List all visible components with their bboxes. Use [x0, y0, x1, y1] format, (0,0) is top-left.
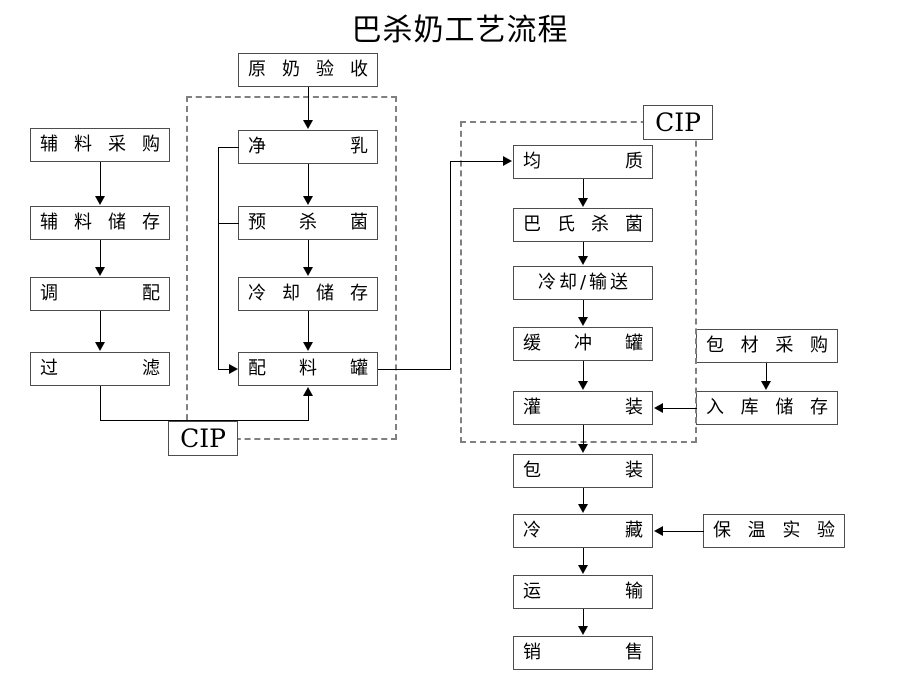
node-raw-milk-acceptance[interactable]: 原奶验收	[238, 53, 378, 87]
arrowhead-cool-storage	[303, 267, 313, 276]
edge-cold-storage-to-transport	[583, 548, 584, 566]
node-label: 保温实验	[713, 520, 835, 541]
edge-clarification-bypass-left	[218, 147, 239, 148]
arrowhead-clarification	[303, 120, 313, 129]
edge-homogenize-to-pasteurize	[583, 179, 584, 198]
arrowhead-transport	[578, 565, 588, 574]
edge-filling-to-packaging	[583, 425, 584, 445]
edge-raw-milk-to-clarification	[308, 87, 309, 120]
node-label: 辅料储存	[40, 212, 160, 233]
edge-transport-to-sales	[583, 609, 584, 627]
node-sales[interactable]: 销售	[513, 636, 653, 670]
edge-buffer-tank-to-filling	[583, 361, 584, 381]
arrowhead-buffer-tank	[578, 317, 588, 326]
arrowhead-cold-storage-right	[654, 526, 663, 536]
arrowhead-filtering	[95, 342, 105, 351]
node-incubation-test[interactable]: 保温实验	[703, 514, 845, 548]
node-label: 辅料采购	[40, 134, 160, 155]
node-warehousing[interactable]: 入库储存	[696, 391, 838, 425]
node-aux-purchase[interactable]: 辅料采购	[30, 128, 170, 162]
edge-pasteurize-to-cool-transfer	[583, 242, 584, 256]
node-label: 冷藏	[523, 520, 643, 541]
node-label: 销售	[523, 642, 643, 663]
node-blending[interactable]: 调配	[30, 277, 170, 311]
edge-into-homogenize	[450, 161, 503, 162]
edge-aux-storage-to-blending	[100, 240, 101, 268]
edge-warehousing-to-filling	[663, 408, 697, 409]
arrowhead-pre-steril	[303, 196, 313, 205]
cip-tag-left[interactable]: CIP	[168, 421, 238, 456]
edge-mixing-tank-right	[378, 369, 450, 370]
arrowhead-mixing-tank-top	[303, 342, 313, 351]
cip-tag-right[interactable]: CIP	[643, 105, 713, 140]
edge-pre-steril-to-cool-storage	[308, 240, 309, 268]
arrowhead-filling-right	[654, 403, 663, 413]
page-title: 巴杀奶工艺流程	[351, 13, 569, 48]
edge-blending-to-filtering	[100, 311, 101, 343]
node-label: 调配	[40, 283, 160, 304]
edge-clarification-to-pre-steril	[308, 164, 309, 197]
arrowhead-sales	[578, 626, 588, 635]
edge-bypass-rail	[218, 147, 219, 370]
arrowhead-mixing-tank-bottom	[303, 387, 313, 396]
arrowhead-cold-storage	[578, 504, 588, 513]
node-filtering[interactable]: 过滤	[30, 352, 170, 386]
arrowhead-blending	[95, 267, 105, 276]
edge-cool-transfer-to-buffer-tank	[583, 300, 584, 317]
edge-filtering-up-to-mixing-tank	[308, 396, 309, 421]
arrowhead-homogenize-left	[503, 156, 512, 166]
edge-mixing-tank-up	[450, 161, 451, 370]
edge-aux-purchase-to-aux-storage	[100, 162, 101, 197]
edge-packaging-to-cold-storage	[583, 488, 584, 505]
node-label: 包装	[523, 460, 643, 481]
cip-region-right	[460, 121, 697, 443]
arrowhead-mixing-tank-left	[229, 364, 238, 374]
node-cold-storage[interactable]: 冷藏	[513, 514, 653, 548]
arrowhead-aux-storage	[95, 196, 105, 205]
edge-pack-purchase-to-warehousing	[766, 363, 767, 382]
node-label: 包材采购	[706, 335, 828, 356]
node-packaging-material-purchase[interactable]: 包材采购	[696, 329, 838, 363]
node-transport[interactable]: 运输	[513, 575, 653, 609]
arrowhead-pasteurize	[578, 198, 588, 207]
node-label: 运输	[523, 581, 643, 602]
node-label: 过滤	[40, 358, 160, 379]
node-label: 原奶验收	[248, 59, 368, 80]
cip-label: CIP	[180, 424, 226, 453]
node-label: 入库储存	[706, 397, 828, 418]
edge-pre-steril-bypass-left	[218, 223, 239, 224]
edge-filtering-down	[100, 386, 101, 420]
arrowhead-cool-transfer	[578, 256, 588, 265]
arrowhead-warehousing	[761, 381, 771, 390]
edge-incubation-to-cold-storage	[663, 531, 704, 532]
node-aux-storage[interactable]: 辅料储存	[30, 206, 170, 240]
node-packaging[interactable]: 包装	[513, 454, 653, 488]
edge-cool-storage-to-mixing-tank	[308, 311, 309, 343]
cip-label: CIP	[655, 108, 701, 137]
arrowhead-packaging	[578, 444, 588, 453]
flowchart-canvas: 巴杀奶工艺流程 原奶验收 辅料采购 辅料储存 调配 过滤 净乳 预杀菌 冷却储存…	[0, 0, 920, 690]
arrowhead-filling	[578, 381, 588, 390]
